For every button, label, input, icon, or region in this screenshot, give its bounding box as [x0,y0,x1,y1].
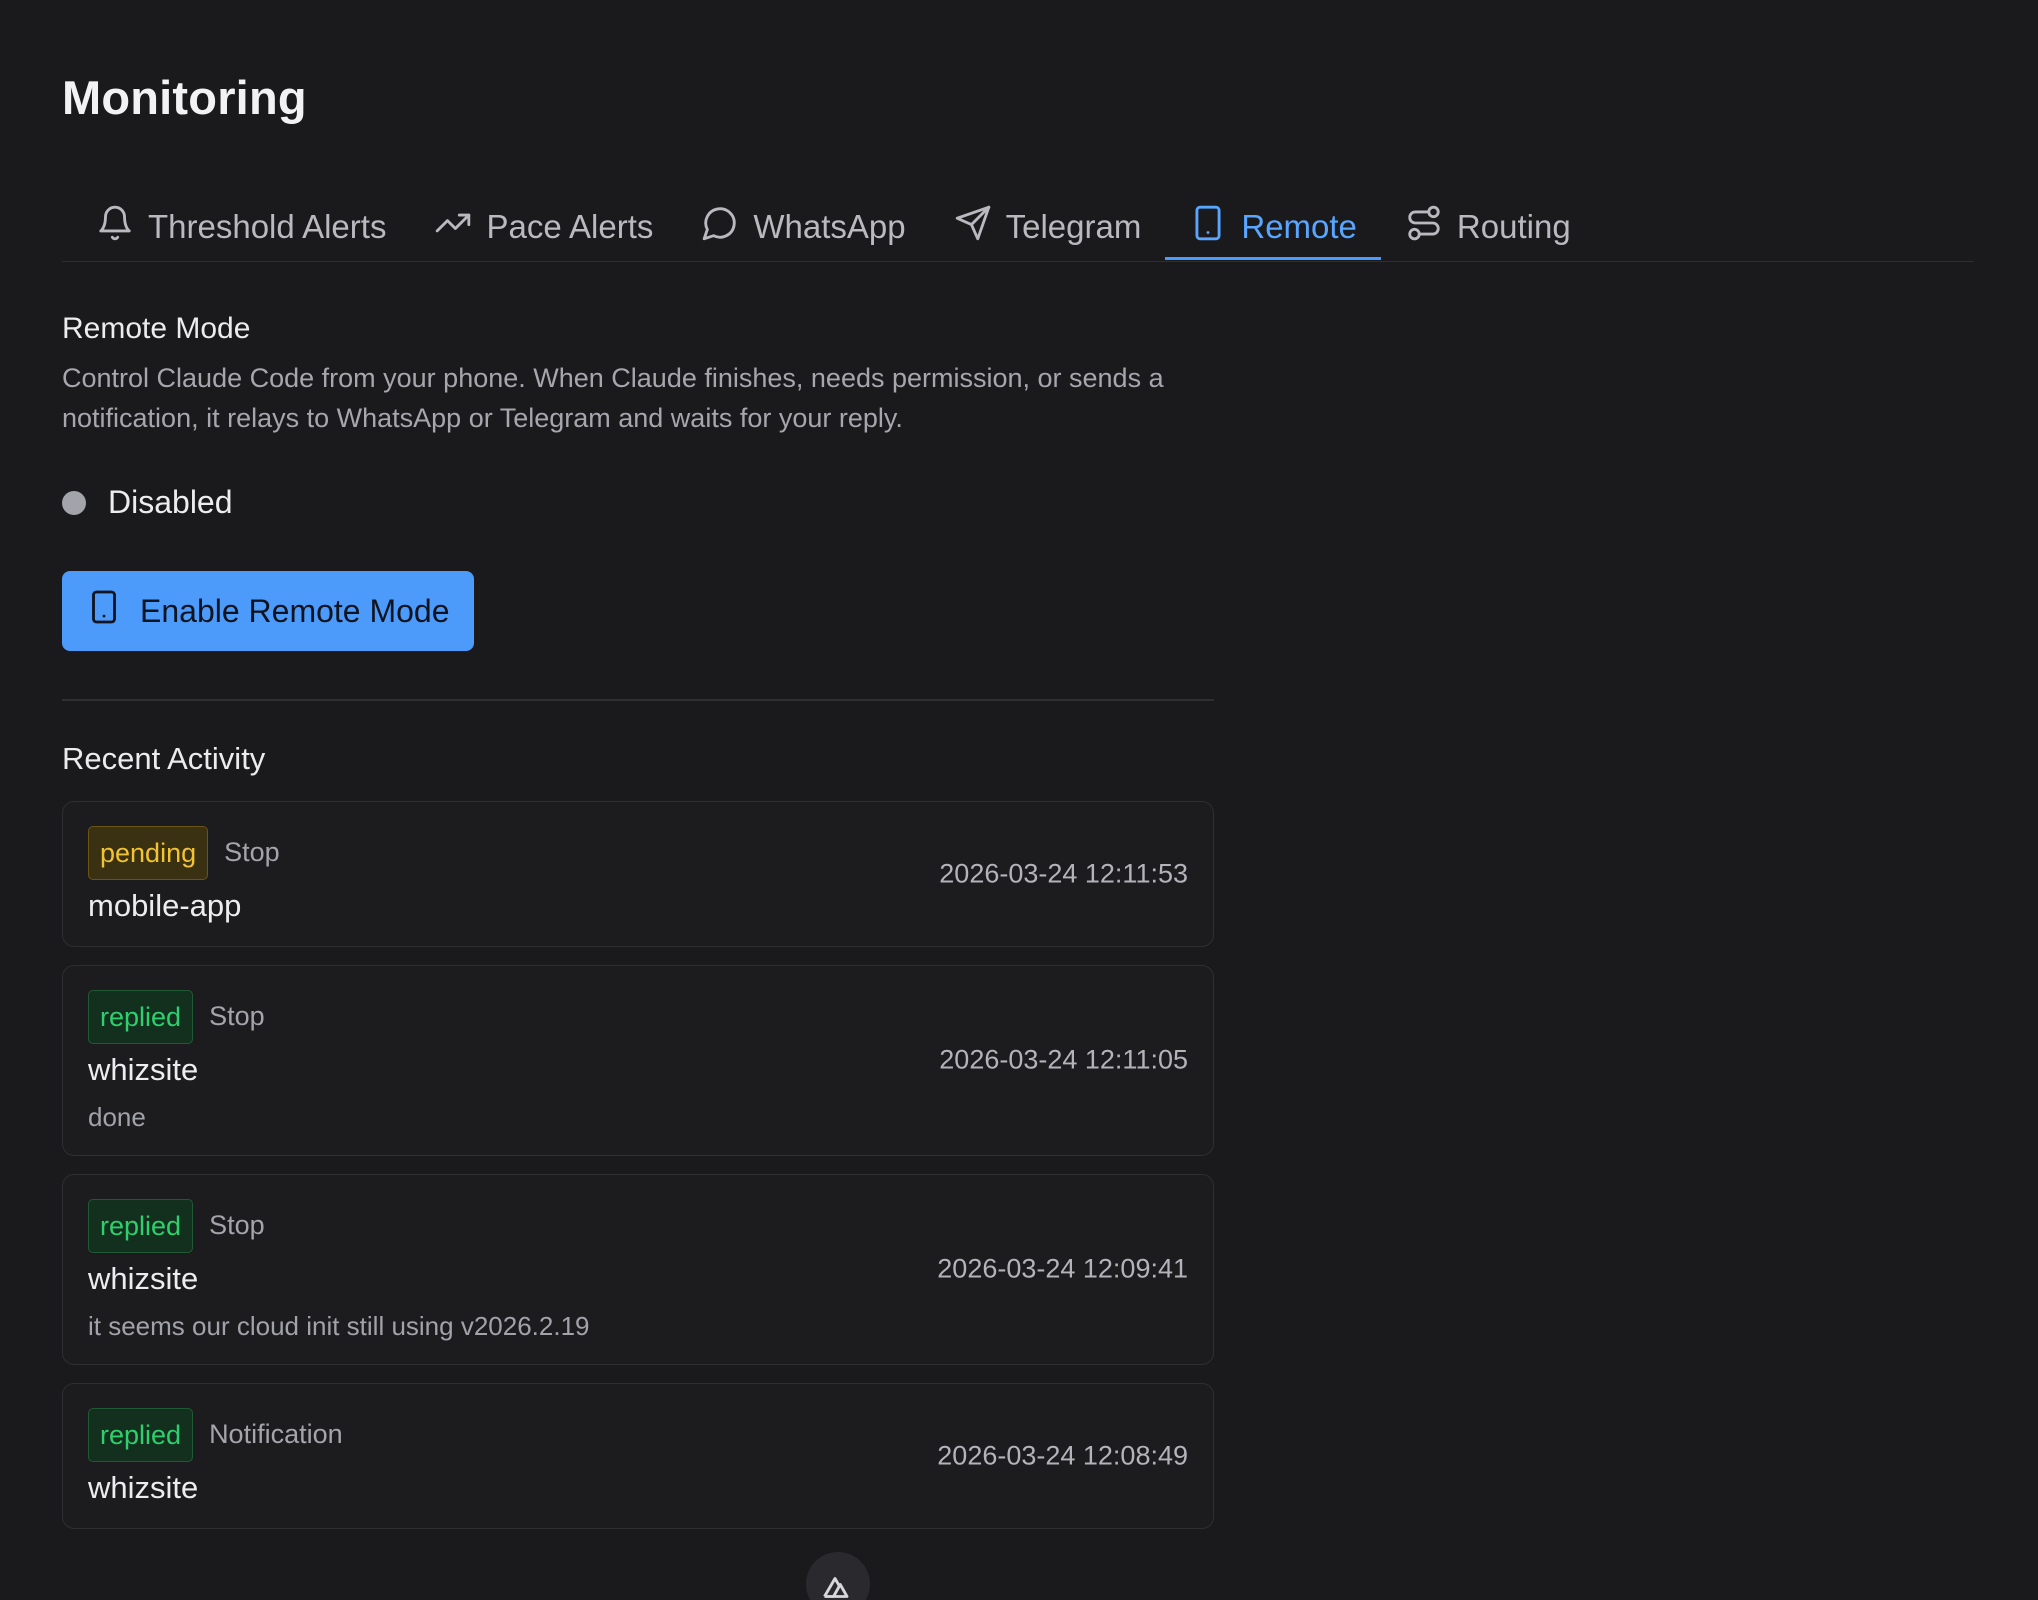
tab-label: Routing [1456,208,1571,245]
message-circle-icon [701,204,739,250]
tab-pace-alerts[interactable]: Pace Alerts [410,194,677,260]
tab-label: Pace Alerts [486,208,654,245]
remote-mode-description: Control Claude Code from your phone. Whe… [62,363,1164,433]
activity-item: replied Stop whizsite it seems our cloud… [62,1173,1214,1365]
tab-label: Telegram [1005,208,1142,245]
event-type: Stop [209,1210,265,1240]
remote-status: Disabled [62,484,1976,521]
tab-remote[interactable]: Remote [1165,194,1381,260]
tab-label: Threshold Alerts [148,208,387,245]
status-badge: replied [88,1198,194,1253]
event-type: Notification [209,1419,343,1449]
reply-text: it seems our cloud init still using v202… [88,1310,590,1341]
trending-up-icon [434,204,472,250]
status-badge: replied [88,989,194,1044]
event-type: Stop [224,837,280,867]
send-icon [954,204,992,250]
activity-item: pending Stop mobile-app 2026-03-24 12:11… [62,800,1214,947]
tab-telegram[interactable]: Telegram [930,194,1166,260]
smartphone-icon [86,589,122,633]
tab-whatsapp[interactable]: WhatsApp [677,194,929,260]
bell-icon [96,204,134,250]
timestamp: 2026-03-24 12:11:53 [939,858,1188,888]
nuxt-logo-icon [820,1552,856,1600]
timestamp: 2026-03-24 12:11:05 [939,1044,1188,1075]
timestamp: 2026-03-24 12:08:49 [937,1440,1188,1470]
status-text: Disabled [108,484,233,520]
page-title: Monitoring [62,71,307,124]
nuxt-devtools-button[interactable] [806,1552,870,1600]
status-dot-icon [62,490,86,515]
tab-routing[interactable]: Routing [1381,194,1595,260]
event-type: Stop [209,1001,265,1031]
smartphone-icon [1189,204,1227,250]
enable-remote-mode-button[interactable]: Enable Remote Mode [62,571,474,651]
timestamp: 2026-03-24 12:09:41 [937,1253,1188,1284]
status-badge: replied [88,1407,194,1462]
tab-label: Remote [1241,208,1357,245]
tab-threshold-alerts[interactable]: Threshold Alerts [96,194,410,260]
project-name: whizsite [88,1469,199,1505]
enable-button-label: Enable Remote Mode [140,592,450,629]
monitoring-page: Monitoring Threshold Alerts Pace Alerts [0,0,2038,1600]
divider [62,699,1214,701]
recent-activity-title: Recent Activity [62,740,266,776]
activity-item: replied Notification whizsite 2026-03-24… [62,1382,1214,1529]
route-icon [1405,204,1443,250]
activity-list: pending Stop mobile-app 2026-03-24 12:11… [62,800,1214,1529]
status-badge: pending [88,825,209,880]
project-name: mobile-app [88,887,242,923]
tab-bar: Threshold Alerts Pace Alerts WhatsApp Te… [62,194,1974,262]
reply-text: done [88,1101,146,1132]
remote-mode-title: Remote Mode [62,312,251,345]
tab-label: WhatsApp [753,208,906,245]
activity-item: replied Stop whizsite done 2026-03-24 12… [62,964,1214,1156]
